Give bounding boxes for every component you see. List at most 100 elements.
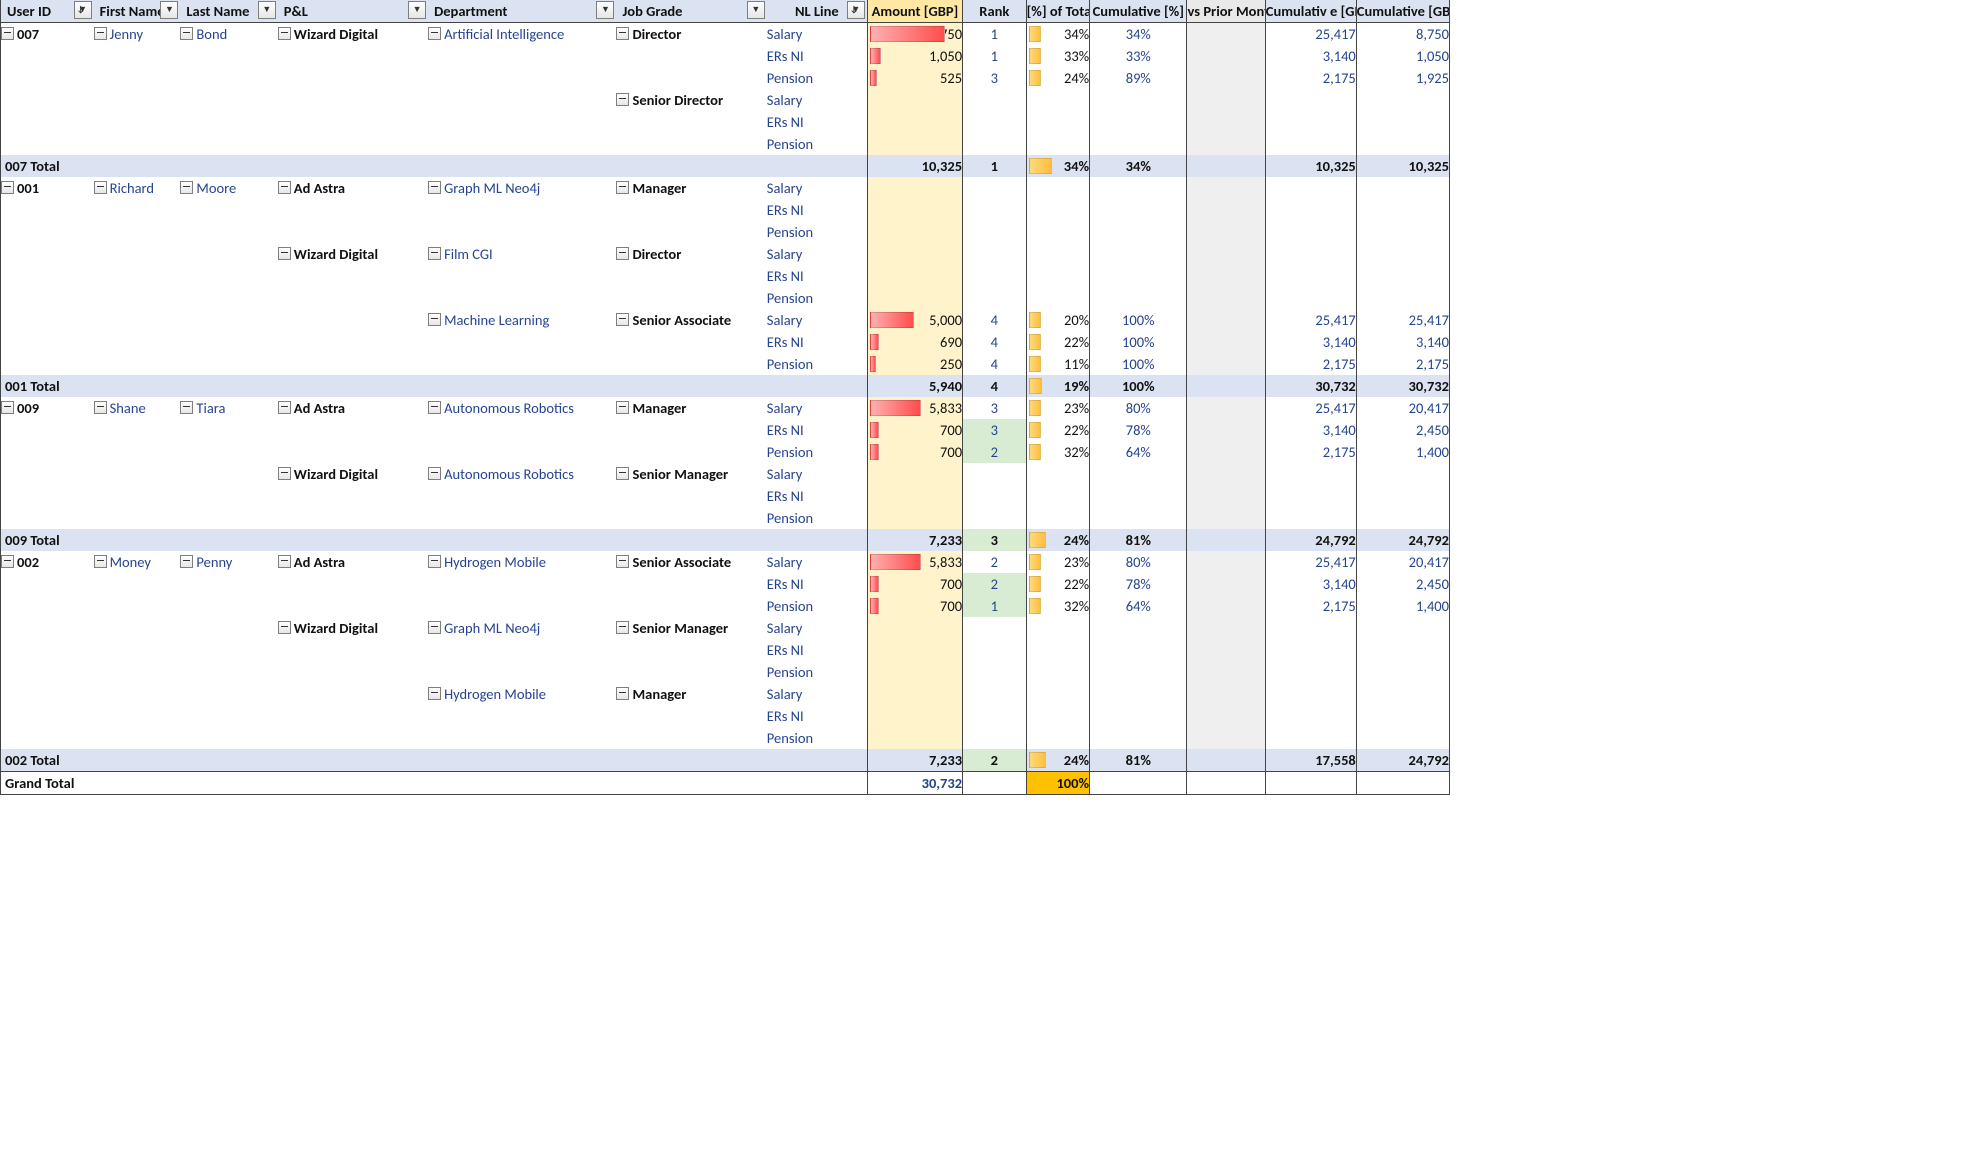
cell-department[interactable] xyxy=(428,265,616,287)
cell-rank[interactable]: 1 xyxy=(963,155,1027,177)
cell-nl-line[interactable]: ERs NI xyxy=(767,573,868,595)
cell-last-name[interactable] xyxy=(180,265,277,287)
cell-cum-pct[interactable]: 33% xyxy=(1090,45,1187,67)
collapse-icon[interactable] xyxy=(278,27,291,40)
collapse-icon[interactable] xyxy=(278,467,291,480)
cell-department[interactable] xyxy=(428,199,616,221)
cell-vs-prior[interactable] xyxy=(1187,265,1265,287)
collapse-icon[interactable] xyxy=(616,687,629,700)
cell-department[interactable] xyxy=(428,705,616,727)
cell-cum-pct[interactable] xyxy=(1090,617,1187,639)
cell-pl[interactable] xyxy=(278,727,428,749)
cell-rank[interactable] xyxy=(963,705,1027,727)
cell-pct[interactable]: 20% xyxy=(1026,309,1090,331)
cell-first-name[interactable] xyxy=(94,507,181,529)
cell-cum-pct[interactable] xyxy=(1090,485,1187,507)
cell-pl[interactable] xyxy=(278,705,428,727)
cell-cum-better[interactable] xyxy=(1265,199,1356,221)
cell-pl[interactable] xyxy=(278,441,428,463)
cell-rank[interactable]: 2 xyxy=(963,441,1027,463)
cell-pct[interactable] xyxy=(1026,243,1090,265)
cell-cum-better[interactable] xyxy=(1265,485,1356,507)
cell-amount[interactable]: 690 xyxy=(867,331,962,353)
cell-cum-better[interactable]: 3,140 xyxy=(1265,331,1356,353)
cell-cum-gbp[interactable] xyxy=(1356,507,1449,529)
cell-department[interactable]: Hydrogen Mobile xyxy=(428,683,616,705)
cell-rank[interactable] xyxy=(963,507,1027,529)
cell-last-name[interactable] xyxy=(180,617,277,639)
cell-rank[interactable]: 4 xyxy=(963,353,1027,375)
header-pl[interactable]: P&L▼ xyxy=(278,0,428,23)
cell-department[interactable]: Film CGI xyxy=(428,243,616,265)
cell-pct[interactable] xyxy=(1026,265,1090,287)
collapse-icon[interactable] xyxy=(278,247,291,260)
cell-pct[interactable] xyxy=(1026,683,1090,705)
cell-last-name[interactable] xyxy=(180,67,277,89)
cell-department[interactable]: Graph ML Neo4j xyxy=(428,617,616,639)
cell-cum-pct[interactable] xyxy=(1090,727,1187,749)
cell-user-id[interactable] xyxy=(1,287,94,309)
header-rank[interactable]: Rank xyxy=(963,0,1027,23)
cell-pl[interactable]: Wizard Digital xyxy=(278,617,428,639)
cell-cum-gbp[interactable]: 10,325 xyxy=(1356,155,1449,177)
header-job-grade[interactable]: Job Grade▼ xyxy=(616,0,766,23)
cell-pct[interactable] xyxy=(1026,287,1090,309)
cell-nl-line[interactable]: Salary xyxy=(767,23,868,46)
cell-rank[interactable] xyxy=(963,463,1027,485)
cell-cum-gbp[interactable] xyxy=(1356,199,1449,221)
cell-cum-gbp[interactable] xyxy=(1356,133,1449,155)
cell-job-grade[interactable] xyxy=(616,419,766,441)
cell-cum-better[interactable] xyxy=(1265,287,1356,309)
cell-vs-prior[interactable] xyxy=(1187,749,1265,772)
cell-job-grade[interactable]: Director xyxy=(616,243,766,265)
cell-vs-prior[interactable] xyxy=(1187,45,1265,67)
cell-rank[interactable] xyxy=(963,133,1027,155)
cell-pct[interactable]: 22% xyxy=(1026,419,1090,441)
cell-rank[interactable]: 2 xyxy=(963,749,1027,772)
cell-job-grade[interactable]: Manager xyxy=(616,177,766,199)
cell-last-name[interactable] xyxy=(180,89,277,111)
cell-department[interactable]: Autonomous Robotics xyxy=(428,463,616,485)
cell-pl[interactable] xyxy=(278,331,428,353)
cell-rank[interactable] xyxy=(963,683,1027,705)
cell-cum-pct[interactable]: 80% xyxy=(1090,551,1187,573)
cell-amount[interactable] xyxy=(867,89,962,111)
cell-last-name[interactable] xyxy=(180,705,277,727)
filter-dropdown-icon[interactable]: ▼ xyxy=(596,1,614,19)
cell-cum-gbp[interactable] xyxy=(1356,265,1449,287)
cell-pct[interactable] xyxy=(1026,133,1090,155)
cell-department[interactable]: Artificial Intelligence xyxy=(428,23,616,46)
collapse-icon[interactable] xyxy=(1,401,14,414)
cell-vs-prior[interactable] xyxy=(1187,353,1265,375)
cell-amount[interactable]: 5,000 xyxy=(867,309,962,331)
cell-last-name[interactable] xyxy=(180,243,277,265)
cell-cum-gbp[interactable]: 1,400 xyxy=(1356,441,1449,463)
cell-cum-gbp[interactable] xyxy=(1356,177,1449,199)
cell-grand-label[interactable]: Grand Total xyxy=(1,772,868,795)
cell-job-grade[interactable]: Senior Director xyxy=(616,89,766,111)
cell-cum-better[interactable]: 25,417 xyxy=(1265,551,1356,573)
cell-pl[interactable] xyxy=(278,111,428,133)
cell-pl[interactable] xyxy=(278,595,428,617)
cell-amount[interactable] xyxy=(867,617,962,639)
cell-cum-better[interactable] xyxy=(1265,727,1356,749)
cell-cum-gbp[interactable]: 1,400 xyxy=(1356,595,1449,617)
cell-last-name[interactable]: Bond xyxy=(180,23,277,46)
cell-cum-better[interactable] xyxy=(1265,639,1356,661)
cell-amount[interactable]: 30,732 xyxy=(867,772,962,795)
cell-pl[interactable]: Wizard Digital xyxy=(278,23,428,46)
collapse-icon[interactable] xyxy=(616,181,629,194)
cell-job-grade[interactable]: Manager xyxy=(616,397,766,419)
cell-user-id[interactable] xyxy=(1,89,94,111)
cell-cum-better[interactable] xyxy=(1265,221,1356,243)
cell-pct[interactable] xyxy=(1026,111,1090,133)
cell-pct[interactable] xyxy=(1026,617,1090,639)
cell-rank[interactable]: 3 xyxy=(963,397,1027,419)
cell-first-name[interactable] xyxy=(94,331,181,353)
cell-vs-prior[interactable] xyxy=(1187,243,1265,265)
cell-nl-line[interactable]: ERs NI xyxy=(767,265,868,287)
cell-vs-prior[interactable] xyxy=(1187,375,1265,397)
cell-vs-prior[interactable] xyxy=(1187,705,1265,727)
cell-pl[interactable] xyxy=(278,199,428,221)
cell-first-name[interactable]: Jenny xyxy=(94,23,181,46)
